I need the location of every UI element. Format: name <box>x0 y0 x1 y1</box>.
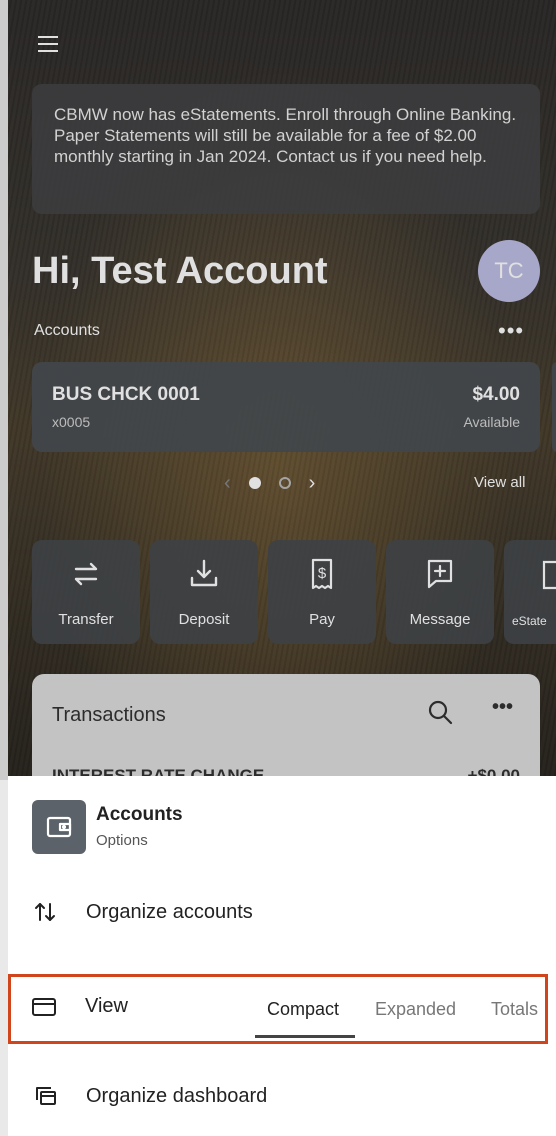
wallet-icon <box>32 800 86 854</box>
sheet-subtitle: Options <box>96 832 148 849</box>
card-view-icon <box>31 996 57 1023</box>
view-expanded-tab[interactable]: Expanded <box>375 977 456 1041</box>
scrim[interactable] <box>0 0 556 780</box>
view-totals-tab[interactable]: Totals <box>491 977 538 1041</box>
organize-accounts-label: Organize accounts <box>86 900 253 923</box>
view-compact-tab[interactable]: Compact <box>267 977 339 1041</box>
organize-dashboard-label: Organize dashboard <box>86 1084 268 1107</box>
accounts-options-sheet: Accounts Options Organize accounts Organ… <box>8 776 556 1136</box>
view-option-row: View Compact Expanded Totals <box>8 974 548 1044</box>
sort-arrows-icon <box>32 899 72 925</box>
sheet-title: Accounts <box>96 804 183 825</box>
view-label: View <box>85 995 128 1017</box>
selected-tab-indicator <box>255 1035 355 1038</box>
organize-dashboard-option[interactable]: Organize dashboard <box>32 1066 552 1126</box>
layers-icon <box>32 1083 72 1109</box>
organize-accounts-option[interactable]: Organize accounts <box>32 882 552 942</box>
